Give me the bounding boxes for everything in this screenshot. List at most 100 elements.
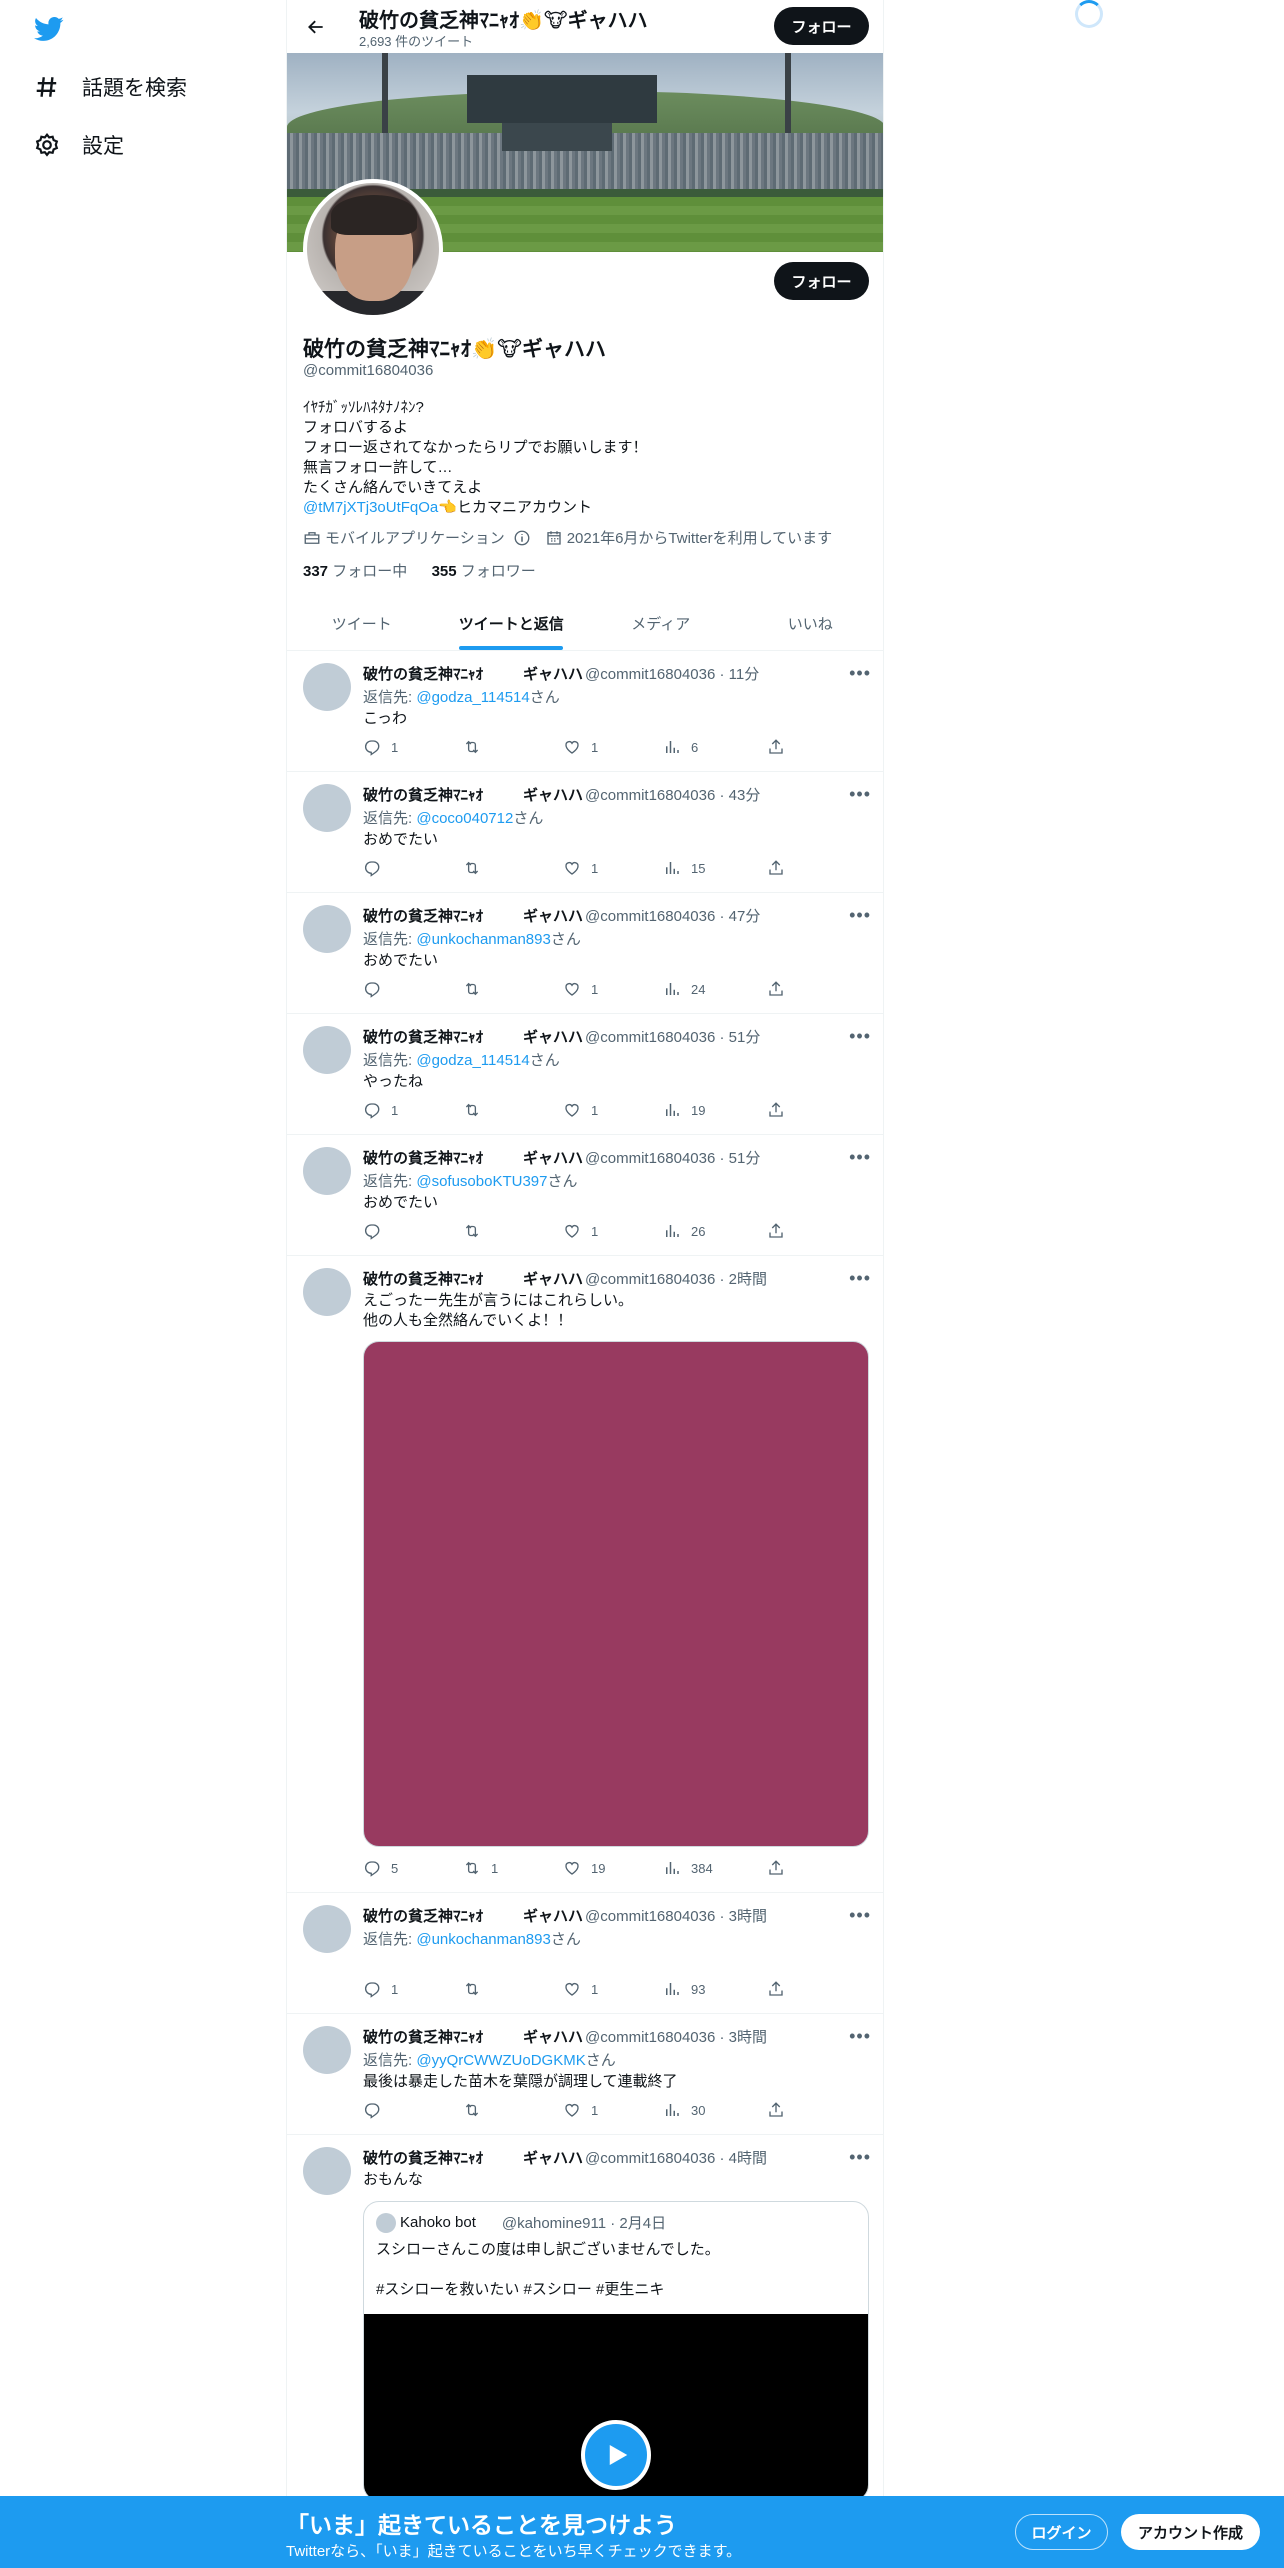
tweet-author-name[interactable]: 破竹の貧乏神ﾏﾆｬｵ bbox=[363, 1026, 483, 1047]
tweet-author-name[interactable]: 破竹の貧乏神ﾏﾆｬｵ bbox=[363, 1268, 483, 1289]
tweet-author-name-tail[interactable]: ギャハハ bbox=[523, 2147, 583, 2168]
views-button[interactable]: 15 bbox=[663, 859, 705, 877]
tweet[interactable]: ••• 破竹の貧乏神ﾏﾆｬｵ ギャハハ @commit16804036 · 47分 返信… bbox=[287, 893, 883, 1014]
views-button[interactable]: 6 bbox=[663, 738, 698, 756]
tweet[interactable]: ••• 破竹の貧乏神ﾏﾆｬｵ ギャハハ @commit16804036 · 3時間 返信… bbox=[287, 1893, 883, 2014]
retweet-button[interactable] bbox=[463, 738, 491, 756]
reply-mention-link[interactable]: @unkochanman893 bbox=[416, 1931, 551, 1948]
reply-button[interactable] bbox=[363, 1222, 391, 1240]
like-button[interactable]: 1 bbox=[563, 980, 598, 998]
reply-mention-link[interactable]: @unkochanman893 bbox=[416, 931, 551, 948]
follow-button[interactable]: フォロー bbox=[774, 262, 869, 300]
views-button[interactable]: 19 bbox=[663, 1101, 705, 1119]
reply-mention-link[interactable]: @godza_114514 bbox=[416, 1052, 529, 1069]
bio-mention-link[interactable]: @tM7jXTj3oUtFqOa bbox=[303, 499, 438, 516]
tweet-author-name[interactable]: 破竹の貧乏神ﾏﾆｬｵ bbox=[363, 784, 483, 805]
tweet-avatar[interactable] bbox=[303, 1268, 351, 1316]
tweet-author-name-tail[interactable]: ギャハハ bbox=[523, 1147, 583, 1168]
retweet-button[interactable] bbox=[463, 1980, 491, 1998]
tab-tweets[interactable]: ツイート bbox=[287, 597, 437, 650]
reply-mention-link[interactable]: @sofusoboKTU397 bbox=[416, 1173, 547, 1190]
tweet-author-name[interactable]: 破竹の貧乏神ﾏﾆｬｵ bbox=[363, 1147, 483, 1168]
tab-tweets-and-replies[interactable]: ツイートと返信 bbox=[437, 597, 587, 650]
reply-button[interactable] bbox=[363, 980, 391, 998]
tweet-author-name[interactable]: 破竹の貧乏神ﾏﾆｬｵ bbox=[363, 2026, 483, 2047]
back-button[interactable] bbox=[299, 10, 333, 44]
reply-button[interactable]: 1 bbox=[363, 1980, 398, 1998]
share-button[interactable] bbox=[767, 738, 785, 756]
tweet-author-name-tail[interactable]: ギャハハ bbox=[523, 2026, 583, 2047]
retweet-button[interactable]: 1 bbox=[463, 1859, 498, 1877]
share-button[interactable] bbox=[767, 1101, 785, 1119]
views-button[interactable]: 93 bbox=[663, 1980, 705, 1998]
share-button[interactable] bbox=[767, 1980, 785, 1998]
like-button[interactable]: 1 bbox=[563, 738, 598, 756]
views-button[interactable]: 24 bbox=[663, 980, 705, 998]
tweet-avatar[interactable] bbox=[303, 1905, 351, 1953]
tweet[interactable]: ••• 破竹の貧乏神ﾏﾆｬｵ ギャハハ @commit16804036 · 11分 返信… bbox=[287, 651, 883, 772]
like-button[interactable]: 1 bbox=[563, 859, 598, 877]
profile-avatar[interactable] bbox=[303, 179, 443, 319]
tweet-media-image[interactable] bbox=[363, 1341, 869, 1847]
tweet[interactable]: ••• 破竹の貧乏神ﾏﾆｬｵ ギャハハ @commit16804036 · 3時間 返信… bbox=[287, 2014, 883, 2135]
tweet-avatar[interactable] bbox=[303, 2026, 351, 2074]
tweet[interactable]: ••• 破竹の貧乏神ﾏﾆｬｵ ギャハハ @commit16804036 · 2時間 えご… bbox=[287, 1256, 883, 1893]
views-button[interactable]: 30 bbox=[663, 2101, 705, 2119]
info-icon[interactable] bbox=[513, 529, 531, 547]
retweet-button[interactable] bbox=[463, 1101, 491, 1119]
tweet-avatar[interactable] bbox=[303, 905, 351, 953]
tab-media[interactable]: メディア bbox=[586, 597, 736, 650]
tweet-author-name-tail[interactable]: ギャハハ bbox=[523, 905, 583, 926]
tweet-avatar[interactable] bbox=[303, 663, 351, 711]
share-button[interactable] bbox=[767, 2101, 785, 2119]
signup-button[interactable]: アカウント作成 bbox=[1121, 2514, 1260, 2550]
like-button[interactable]: 1 bbox=[563, 1222, 598, 1240]
reply-mention-link[interactable]: @coco040712 bbox=[416, 810, 513, 827]
reply-button[interactable] bbox=[363, 2101, 391, 2119]
reply-mention-link[interactable]: @yyQrCWWZUoDGKMK bbox=[416, 2052, 585, 2069]
tweet-author-name-tail[interactable]: ギャハハ bbox=[523, 663, 583, 684]
views-button[interactable]: 384 bbox=[663, 1859, 713, 1877]
reply-button[interactable]: 1 bbox=[363, 1101, 398, 1119]
share-button[interactable] bbox=[767, 980, 785, 998]
following-link[interactable]: 337 フォロー中 bbox=[303, 563, 407, 580]
nav-item-settings[interactable]: 設定 bbox=[34, 125, 124, 165]
views-button[interactable]: 26 bbox=[663, 1222, 705, 1240]
followers-link[interactable]: 355 フォロワー bbox=[432, 563, 536, 580]
like-button[interactable]: 1 bbox=[563, 1980, 598, 1998]
header-follow-button[interactable]: フォロー bbox=[774, 7, 869, 45]
like-button[interactable]: 1 bbox=[563, 2101, 598, 2119]
tweet[interactable]: ••• 破竹の貧乏神ﾏﾆｬｵ ギャハハ @commit16804036 · 4時間 おも… bbox=[287, 2135, 883, 2535]
tweet-author-name-tail[interactable]: ギャハハ bbox=[523, 1026, 583, 1047]
share-button[interactable] bbox=[767, 859, 785, 877]
retweet-button[interactable] bbox=[463, 1222, 491, 1240]
tab-likes[interactable]: いいね bbox=[736, 597, 884, 650]
nav-item-explore[interactable]: 話題を検索 bbox=[34, 67, 187, 107]
tweet-author-name[interactable]: 破竹の貧乏神ﾏﾆｬｵ bbox=[363, 2147, 483, 2168]
reply-button[interactable]: 5 bbox=[363, 1859, 398, 1877]
tweet[interactable]: ••• 破竹の貧乏神ﾏﾆｬｵ ギャハハ @commit16804036 · 51分 返信… bbox=[287, 1135, 883, 1256]
reply-mention-link[interactable]: @godza_114514 bbox=[416, 689, 529, 706]
tweet-avatar[interactable] bbox=[303, 1147, 351, 1195]
retweet-button[interactable] bbox=[463, 980, 491, 998]
twitter-bird-icon[interactable] bbox=[32, 14, 66, 44]
tweet-author-name-tail[interactable]: ギャハハ bbox=[523, 784, 583, 805]
reply-button[interactable]: 1 bbox=[363, 738, 398, 756]
quoted-tweet[interactable]: Kahoko bot @kahomine911 · 2月4日 スシローさんこの度は申… bbox=[363, 2201, 869, 2501]
tweet[interactable]: ••• 破竹の貧乏神ﾏﾆｬｵ ギャハハ @commit16804036 · 51分 返信… bbox=[287, 1014, 883, 1135]
tweet-avatar[interactable] bbox=[303, 784, 351, 832]
tweet-author-name-tail[interactable]: ギャハハ bbox=[523, 1268, 583, 1289]
tweet[interactable]: ••• 破竹の貧乏神ﾏﾆｬｵ ギャハハ @commit16804036 · 43分 返信… bbox=[287, 772, 883, 893]
tweet-author-name[interactable]: 破竹の貧乏神ﾏﾆｬｵ bbox=[363, 905, 483, 926]
share-button[interactable] bbox=[767, 1222, 785, 1240]
like-button[interactable]: 1 bbox=[563, 1101, 598, 1119]
reply-button[interactable] bbox=[363, 859, 391, 877]
tweet-author-name-tail[interactable]: ギャハハ bbox=[523, 1905, 583, 1926]
tweet-avatar[interactable] bbox=[303, 1026, 351, 1074]
retweet-button[interactable] bbox=[463, 859, 491, 877]
share-button[interactable] bbox=[767, 1859, 785, 1877]
tweet-author-name[interactable]: 破竹の貧乏神ﾏﾆｬｵ bbox=[363, 663, 483, 684]
login-button[interactable]: ログイン bbox=[1015, 2514, 1108, 2550]
tweet-author-name[interactable]: 破竹の貧乏神ﾏﾆｬｵ bbox=[363, 1905, 483, 1926]
play-button[interactable] bbox=[581, 2420, 651, 2490]
